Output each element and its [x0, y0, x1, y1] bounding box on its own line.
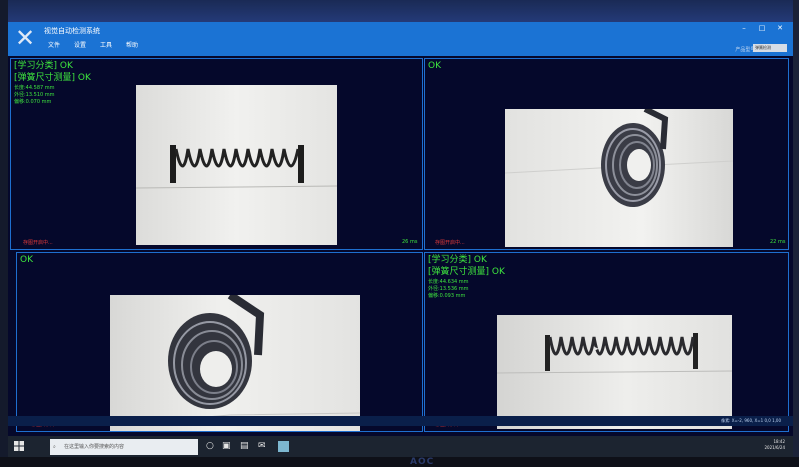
camera-panel-2: OK 存图开启中... 22 ms	[424, 58, 789, 250]
inspection-result: OK	[428, 61, 441, 71]
search-icon: ⌕	[53, 444, 56, 450]
windows-start-icon[interactable]	[14, 441, 24, 451]
system-tray: 18:42 2021/6/24	[764, 439, 785, 451]
minimize-icon[interactable]: –	[739, 24, 749, 32]
length-value: 长度:44.587 mm	[14, 85, 55, 91]
camera-image-2	[505, 109, 733, 247]
app-taskbar-icon[interactable]	[278, 441, 289, 452]
deviation-value: 偏移:0.070 mm	[14, 99, 52, 105]
clock-date[interactable]: 2021/6/24	[764, 445, 785, 451]
cortana-icon[interactable]: ○	[206, 441, 217, 452]
close-icon[interactable]: ✕	[775, 24, 785, 32]
monitor-top-bezel	[0, 0, 799, 22]
camera-image-4	[497, 315, 732, 429]
search-placeholder: 在这里输入你要搜索的内容	[64, 444, 125, 450]
length-value: 长度:44.634 mm	[428, 279, 469, 285]
windows-taskbar: ⌕ 在这里输入你要搜索的内容 ○ ▣ ▤ ✉ 18:42 2021/6/24	[8, 436, 793, 458]
menu-file[interactable]: 文件	[48, 40, 60, 49]
monitor-brand-logo: AOC	[410, 457, 435, 467]
deviation-value: 偏移:0.093 mm	[428, 293, 466, 299]
classification-result: [学习分类] OK	[14, 61, 73, 71]
camera-panel-1: [学习分类] OK [弹簧尺寸测量] OK 长度:44.587 mm 外径:13…	[10, 58, 423, 250]
maximize-icon[interactable]: □	[757, 24, 767, 32]
spring-end-view	[505, 109, 733, 207]
app-window: ✕ 视觉自动检测系统 文件 设置 工具 帮助 – □ ✕ 产品型号: 弹簧检测	[8, 22, 793, 444]
diameter-value: 外径:13.510 mm	[14, 92, 55, 98]
camera-panel-3: OK 存图开启中... 26 ms	[16, 252, 423, 432]
taskbar-search-input[interactable]: ⌕ 在这里输入你要搜索的内容	[50, 439, 198, 455]
menu-settings[interactable]: 设置	[74, 40, 86, 49]
model-select[interactable]: 弹簧检测	[753, 44, 787, 52]
save-status: 存图开启中...	[435, 240, 465, 246]
pixel-coordinates: 像素: X=-2, 960, X=1 0,0 1,00	[721, 418, 781, 423]
camera-panel-4: [学习分类] OK [弹簧尺寸测量] OK 长度:44.634 mm 外径:13…	[424, 252, 789, 432]
title-bar: ✕ 视觉自动检测系统 文件 设置 工具 帮助 – □ ✕ 产品型号: 弹簧检测	[8, 22, 793, 56]
app-logo-icon: ✕	[14, 24, 36, 52]
task-view-icon[interactable]: ▣	[222, 441, 233, 452]
measurement-result: [弹簧尺寸测量] OK	[14, 73, 91, 83]
camera-image-3	[110, 295, 360, 431]
process-time: 26 ms	[402, 239, 418, 245]
process-time: 22 ms	[770, 239, 786, 245]
spring-end-view	[110, 295, 360, 426]
diameter-value: 外径:13.536 mm	[428, 286, 469, 292]
save-status: 存图开启中...	[23, 240, 53, 246]
menu-bar: 文件 设置 工具 帮助	[48, 40, 138, 49]
camera-image-1	[136, 85, 337, 245]
classification-result: [学习分类] OK	[428, 255, 487, 265]
spring-side-view	[497, 333, 732, 374]
menu-help[interactable]: 帮助	[126, 40, 138, 49]
store-icon[interactable]: ▤	[240, 441, 251, 452]
window-controls: – □ ✕	[739, 24, 785, 32]
camera-view-grid: [学习分类] OK [弹簧尺寸测量] OK 长度:44.587 mm 外径:13…	[8, 56, 793, 432]
monitor-left-bezel	[0, 0, 8, 467]
status-bar: 像素: X=-2, 960, X=1 0,0 1,00	[8, 416, 793, 426]
inspection-result: OK	[20, 255, 33, 265]
menu-tools[interactable]: 工具	[100, 40, 112, 49]
spring-side-view	[136, 145, 337, 189]
monitor-right-bezel	[793, 0, 799, 467]
app-title: 视觉自动检测系统	[44, 27, 100, 35]
monitor-bottom-bezel: AOC	[0, 457, 799, 467]
measurement-result: [弹簧尺寸测量] OK	[428, 267, 505, 277]
mouse-cursor-icon: ➤	[593, 345, 599, 353]
mail-icon[interactable]: ✉	[258, 441, 269, 452]
